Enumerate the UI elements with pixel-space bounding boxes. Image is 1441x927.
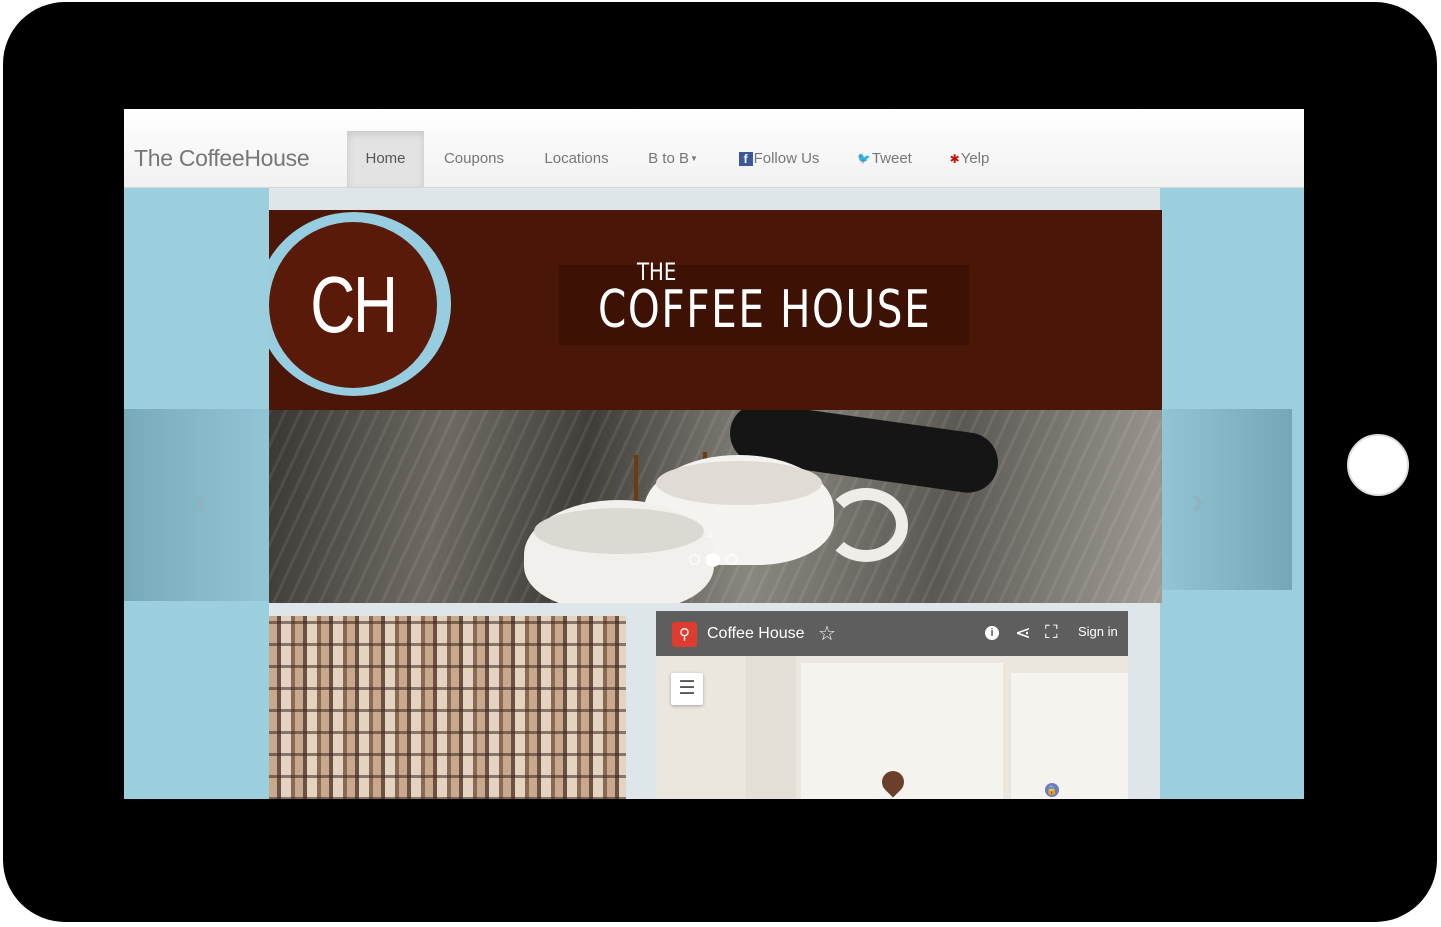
map-road [746, 656, 796, 799]
map-sign-in-link[interactable]: Sign in [1078, 624, 1118, 639]
banner-title-main: COFFEE HOUSE [598, 280, 932, 340]
map-title[interactable]: Coffee House [707, 625, 805, 643]
carousel-indicator-2[interactable] [706, 552, 720, 567]
map-header: ⚲ Coffee House ☆ i ⋖ ⛶ Sign in [656, 611, 1128, 656]
star-outline-icon[interactable]: ☆ [818, 621, 836, 646]
map-pin-icon: ⚲ [672, 622, 697, 647]
nav-home[interactable]: Home [347, 131, 424, 187]
cup-rim [534, 508, 704, 554]
nav-follow-us-label: Follow Us [753, 150, 820, 167]
nav-locations[interactable]: Locations [529, 131, 624, 187]
carousel-indicator-3[interactable] [726, 554, 737, 566]
cup-handle [824, 488, 908, 562]
map-poi-icon[interactable]: 🔒 [1045, 783, 1059, 797]
caret-down-icon: ▼ [689, 154, 698, 164]
chevron-right-icon: › [1191, 479, 1205, 523]
share-icon[interactable]: ⋖ [1015, 622, 1031, 645]
map-widget[interactable]: 🔒 ⚲ Coffee House ☆ i ⋖ ⛶ Sign in ☰ [656, 611, 1128, 799]
espresso-cup [524, 500, 714, 603]
brand-logo[interactable]: The CoffeeHouse [134, 145, 310, 172]
nav-coupons[interactable]: Coupons [429, 131, 519, 187]
carousel-next-button[interactable]: › [1161, 409, 1292, 590]
info-icon[interactable]: i [985, 626, 999, 640]
logo-inner: CH [269, 222, 437, 388]
header-banner: CH THE COFFEE HOUSE [269, 210, 1162, 410]
nav-b-to-b-dropdown[interactable]: B to B▼ [639, 131, 707, 187]
screen: The CoffeeHouse Home Coupons Locations B… [124, 109, 1304, 799]
nav-home-label: Home [365, 150, 406, 167]
twitter-bird-icon: 🐦 [857, 153, 871, 166]
nav-locations-label: Locations [544, 150, 609, 167]
carousel-indicators: ... [689, 529, 743, 569]
building-image [269, 616, 626, 799]
carousel-ellipsis: ... [706, 529, 715, 540]
map-block [1011, 673, 1128, 799]
nav-coupons-label: Coupons [443, 150, 505, 167]
tablet-home-button[interactable] [1347, 434, 1409, 496]
cup-rim [656, 461, 822, 505]
carousel-image-espresso: ... [269, 410, 1162, 603]
list-icon[interactable]: ☰ [671, 673, 703, 705]
logo-circle: CH [269, 212, 451, 396]
navbar: The CoffeeHouse Home Coupons Locations B… [124, 109, 1304, 188]
nav-yelp-label: Yelp [960, 150, 990, 167]
nav-tweet[interactable]: 🐦Tweet [852, 131, 917, 187]
chevron-left-icon: ‹ [196, 479, 210, 523]
nav-follow-us[interactable]: f Follow Us [729, 131, 829, 187]
facebook-icon: f [738, 152, 753, 167]
carousel-prev-button[interactable]: ‹ [124, 409, 269, 601]
carousel-indicator-1[interactable] [689, 554, 700, 566]
logo-monogram: CH [310, 260, 398, 349]
nav-yelp[interactable]: ✱Yelp [942, 131, 997, 187]
nav-b-to-b-label: B to B [648, 150, 689, 167]
nav-tweet-label: Tweet [871, 150, 912, 167]
fullscreen-icon[interactable]: ⛶ [1045, 622, 1058, 643]
yelp-icon: ✱ [949, 152, 960, 167]
